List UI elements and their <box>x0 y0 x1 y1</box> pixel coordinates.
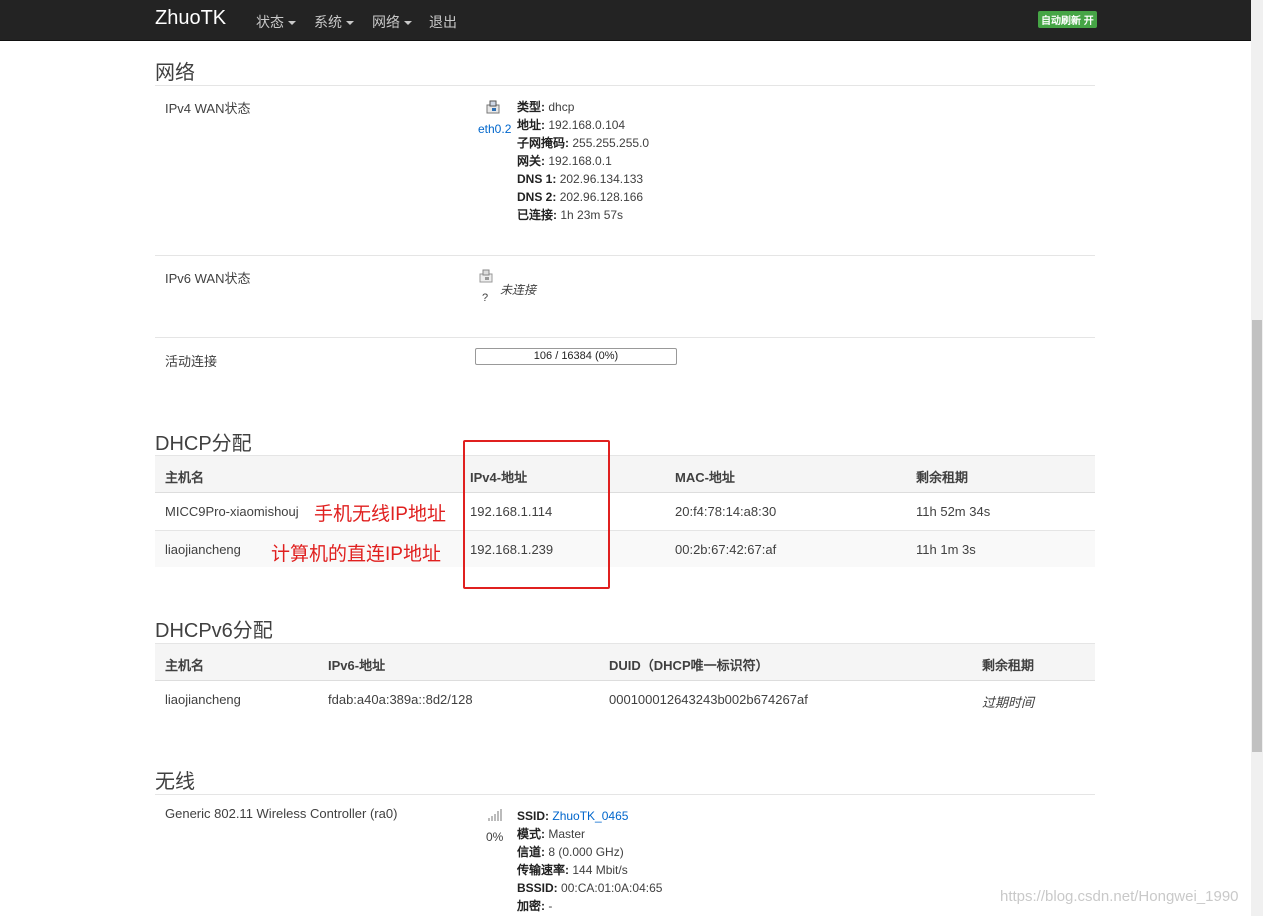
dhcp-row-2-mac: 00:2b:67:42:67:af <box>675 542 777 557</box>
dhcpv6-row-1-ip: fdab:a40a:389a::8d2/128 <box>328 692 473 707</box>
ipv4-netmask: 子网掩码: 255.255.255.0 <box>517 136 650 150</box>
dhcp-section-title: DHCP分配 <box>155 433 252 455</box>
signal-percent: 0% <box>486 830 504 844</box>
ipv6-iface-unknown: ? <box>482 292 489 304</box>
ipv4-dns2: DNS 2: 202.96.128.166 <box>517 190 644 204</box>
wireless-section-title: 无线 <box>155 771 195 793</box>
ipv4-gateway: 网关: 192.168.0.1 <box>517 154 612 168</box>
scrollbar-thumb[interactable] <box>1252 320 1262 752</box>
dhcpv6-col-ipv6: IPv6-地址 <box>328 658 386 673</box>
ipv6-wan-label: IPv6 WAN状态 <box>165 271 251 286</box>
dhcp-col-mac: MAC-地址 <box>675 470 735 485</box>
divider <box>155 794 1095 795</box>
ipv4-dns1: DNS 1: 202.96.134.133 <box>517 172 644 186</box>
active-connections-progress: 106 / 16384 (0%) <box>475 348 677 365</box>
auto-refresh-toggle[interactable]: 自动刷新 开 <box>1038 11 1097 28</box>
dhcp-col-hostname: 主机名 <box>165 470 205 485</box>
annotation-phone-ip: 手机无线IP地址 <box>314 504 446 525</box>
ethernet-port-disconnected-icon <box>479 269 493 283</box>
dhcp-row-2-host: liaojiancheng <box>165 542 241 557</box>
dhcpv6-section-title: DHCPv6分配 <box>155 620 273 642</box>
wireless-controller-label: Generic 802.11 Wireless Controller (ra0) <box>165 806 398 821</box>
dhcpv6-col-duid: DUID（DHCP唯一标识符） <box>609 658 769 673</box>
logout-link[interactable]: 退出 <box>429 12 457 32</box>
active-connections-text: 106 / 16384 (0%) <box>533 350 619 362</box>
dhcpv6-row-1-lease: 过期时间 <box>982 695 1035 710</box>
menu-network-label: 网络 <box>372 14 400 30</box>
divider <box>155 337 1095 338</box>
annotation-highlight-box <box>463 440 610 589</box>
brand-logo[interactable]: ZhuoTK <box>155 7 226 30</box>
top-navbar: ZhuoTK 状态 系统 网络 退出 自动刷新 开 <box>0 0 1251 41</box>
dhcpv6-row-1-host: liaojiancheng <box>165 692 241 707</box>
menu-status[interactable]: 状态 <box>256 12 296 32</box>
wifi-bitrate: 传输速率: 144 Mbit/s <box>517 863 628 877</box>
iface-eth0-2-link[interactable]: eth0.2 <box>478 122 511 136</box>
wifi-mode: 模式: Master <box>517 827 586 841</box>
menu-network[interactable]: 网络 <box>372 12 412 32</box>
wifi-encryption: 加密: - <box>517 899 553 913</box>
chevron-down-icon <box>346 21 354 26</box>
signal-strength-icon <box>488 809 502 821</box>
ipv6-status: 未连接 <box>500 283 537 297</box>
active-connections-label: 活动连接 <box>165 354 218 369</box>
ssid-link[interactable]: ZhuoTK_0465 <box>552 809 628 823</box>
dhcp-row-1-lease: 11h 52m 34s <box>916 504 991 519</box>
annotation-pc-ip: 计算机的直连IP地址 <box>271 544 441 565</box>
wifi-channel: 信道: 8 (0.000 GHz) <box>517 845 624 859</box>
ethernet-port-icon <box>486 100 500 114</box>
network-section-title: 网络 <box>155 62 195 84</box>
dhcp-row-2-lease: 11h 1m 3s <box>916 542 976 557</box>
dhcp-row-1-mac: 20:f4:78:14:a8:30 <box>675 504 777 519</box>
wireless-details: SSID: ZhuoTK_0465 模式: Master 信道: 8 (0.00… <box>517 807 662 915</box>
menu-system[interactable]: 系统 <box>314 12 354 32</box>
ipv4-wan-label: IPv4 WAN状态 <box>165 101 251 116</box>
divider <box>155 85 1095 86</box>
menu-system-label: 系统 <box>314 14 342 30</box>
wifi-ssid: SSID: ZhuoTK_0465 <box>517 809 629 823</box>
ipv4-address: 地址: 192.168.0.104 <box>517 118 626 132</box>
ipv4-wan-details: 类型: dhcp 地址: 192.168.0.104 子网掩码: 255.255… <box>517 98 649 224</box>
dhcpv6-col-lease: 剩余租期 <box>982 658 1035 673</box>
dhcpv6-col-hostname: 主机名 <box>165 658 205 673</box>
dhcp-col-lease: 剩余租期 <box>916 470 969 485</box>
chevron-down-icon <box>404 21 412 26</box>
divider <box>155 255 1095 256</box>
watermark: https://blog.csdn.net/Hongwei_1990 <box>1000 888 1239 905</box>
ipv4-uptime: 已连接: 1h 23m 57s <box>517 208 624 222</box>
dhcpv6-row-1-duid: 000100012643243b002b674267af <box>609 692 808 707</box>
ipv4-type: 类型: dhcp <box>517 100 575 114</box>
dhcp-row-1-host: MICC9Pro-xiaomishouj <box>165 504 299 519</box>
chevron-down-icon <box>288 21 296 26</box>
menu-status-label: 状态 <box>256 14 284 30</box>
wifi-bssid: BSSID: 00:CA:01:0A:04:65 <box>517 881 663 895</box>
